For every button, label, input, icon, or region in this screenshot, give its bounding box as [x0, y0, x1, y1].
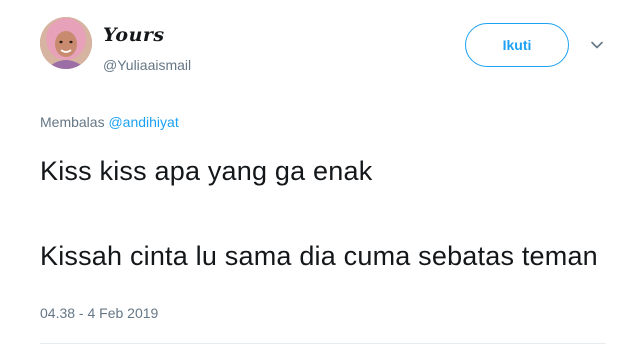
tweet-timestamp[interactable]: 04.38 - 4 Feb 2019	[40, 305, 158, 321]
author-handle[interactable]: @Yuliaaismail	[103, 57, 191, 73]
author-display-name[interactable]: Yours	[103, 24, 165, 46]
avatar-image	[40, 17, 92, 69]
tweet-text-line: Kiss kiss apa yang ga enak	[40, 156, 373, 186]
chevron-down-icon[interactable]	[589, 37, 605, 53]
tweet-text-line: Kissah cinta lu sama dia cuma sebatas te…	[40, 241, 598, 271]
avatar[interactable]	[40, 17, 92, 69]
divider	[40, 343, 606, 344]
tweet-card: Yours @Yuliaaismail Ikuti Membalas @andi…	[0, 0, 640, 360]
reply-prefix: Membalas	[40, 114, 109, 130]
follow-button[interactable]: Ikuti	[465, 23, 569, 67]
reply-mention-link[interactable]: @andihiyat	[108, 114, 178, 130]
reply-context: Membalas @andihiyat	[40, 114, 179, 130]
